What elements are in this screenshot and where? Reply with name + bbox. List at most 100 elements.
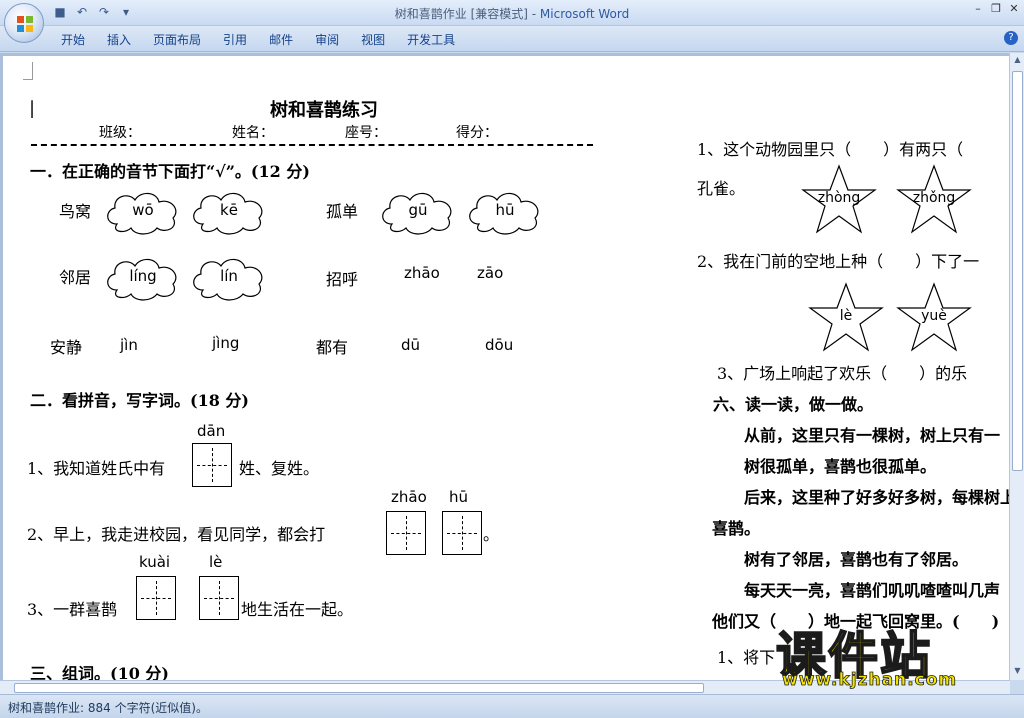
tab-home[interactable]: 开始 xyxy=(50,30,96,50)
dashed-divider xyxy=(31,144,593,146)
star-option[interactable]: zhòng xyxy=(801,164,877,234)
passage-line: 树很孤单，喜鹊也很孤单。 xyxy=(744,457,937,476)
text-cursor: | xyxy=(29,98,36,119)
status-bar: 树和喜鹊作业: 884 个字符(近似值)。 xyxy=(0,694,1024,718)
office-button[interactable] xyxy=(4,3,44,43)
close-icon[interactable]: ✕ xyxy=(1008,2,1020,16)
pinyin-option[interactable]: zāo xyxy=(477,264,503,282)
pinyin-option: kē xyxy=(220,201,238,219)
pinyin-option[interactable]: dū xyxy=(401,336,420,354)
pinyin-option: gū xyxy=(408,201,428,219)
pinyin-option: wō xyxy=(132,201,154,219)
pinyin-label: lè xyxy=(209,553,223,571)
s1-word: 安静 xyxy=(50,338,83,357)
pinyin-option[interactable]: jìn xyxy=(120,336,138,354)
star-pinyin: zhòng xyxy=(817,190,861,206)
tab-view[interactable]: 视图 xyxy=(350,30,396,50)
s1-word: 邻居 xyxy=(59,268,92,287)
pinyin-option: lín xyxy=(220,267,238,285)
star-option[interactable]: yuè xyxy=(896,282,972,352)
tab-review[interactable]: 审阅 xyxy=(304,30,350,50)
hscroll-thumb[interactable] xyxy=(14,683,704,693)
scroll-thumb[interactable] xyxy=(1012,71,1023,471)
right-q2: 2、我在门前的空地上种（ ）下了一 xyxy=(697,252,980,271)
s2-q1-after: 姓、复姓。 xyxy=(239,459,320,478)
cloud-option[interactable]: líng xyxy=(103,254,183,302)
watermark-url: www.kjzhan.com xyxy=(782,670,958,691)
s2-q2-text: 2、早上，我走进校园，看见同学，都会打 xyxy=(27,525,326,544)
cloud-option[interactable]: kē xyxy=(189,188,269,236)
scroll-down-icon[interactable]: ▼ xyxy=(1012,666,1023,678)
tianzi-box[interactable] xyxy=(442,511,482,555)
right-question: 1、将下 xyxy=(717,648,776,667)
passage-line: 每天天一亮，喜鹊们叽叽喳喳叫几声 xyxy=(744,581,1001,600)
pinyin-option: líng xyxy=(129,267,157,285)
pinyin-option[interactable]: dōu xyxy=(485,336,513,354)
restore-icon[interactable]: ❐ xyxy=(990,2,1002,16)
star-option[interactable]: zhǒng xyxy=(896,164,972,234)
office-logo-icon xyxy=(17,16,33,32)
label-class: 班级： xyxy=(99,125,141,141)
pinyin-label: kuài xyxy=(139,553,171,571)
star-pinyin: lè xyxy=(839,308,853,324)
s2-q1-text: 1、我知道姓氏中有 xyxy=(27,459,166,478)
s2-q2-after: 。 xyxy=(483,525,500,544)
window-title-doc: 树和喜鹊作业 [兼容模式] - xyxy=(394,7,540,21)
label-score: 得分： xyxy=(456,125,498,141)
document-workspace: | 树和喜鹊练习 班级： 姓名： 座号： 得分： 一．在正确的音节下面打“√”。… xyxy=(0,53,1024,680)
ribbon-tabs-bar: 开始 插入 页面布局 引用 邮件 审阅 视图 开发工具 ? xyxy=(0,26,1024,52)
site-watermark-logo: 课件站 www.kjzhan.com xyxy=(770,616,1010,692)
tianzi-box[interactable] xyxy=(136,576,176,620)
ribbon-tabs: 开始 插入 页面布局 引用 邮件 审阅 视图 开发工具 xyxy=(50,30,466,50)
document-page[interactable]: | 树和喜鹊练习 班级： 姓名： 座号： 得分： 一．在正确的音节下面打“√”。… xyxy=(3,56,1009,680)
s2-q3-text: 3、一群喜鹊 xyxy=(27,600,118,619)
s1-word: 招呼 xyxy=(326,270,359,289)
cloud-option[interactable]: gū xyxy=(378,188,458,236)
right-q1: 1、这个动物园里只（ ）有两只（ xyxy=(697,140,964,159)
scroll-up-icon[interactable]: ▲ xyxy=(1012,55,1023,67)
passage-line: 树有了邻居，喜鹊也有了邻居。 xyxy=(744,550,969,569)
tab-page-layout[interactable]: 页面布局 xyxy=(142,30,212,50)
label-name: 姓名： xyxy=(232,125,274,141)
pinyin-label: hū xyxy=(449,488,469,506)
tianzi-box[interactable] xyxy=(386,511,426,555)
pinyin-label: zhāo xyxy=(391,488,427,506)
title-bar: ■ ↶ ↷ ▾ 树和喜鹊作业 [兼容模式] - Microsoft Word –… xyxy=(0,0,1024,26)
window-title-app: Microsoft Word xyxy=(539,7,630,21)
star-pinyin: yuè xyxy=(921,308,947,324)
right-q1b: 孔雀。 xyxy=(697,179,746,198)
page-title: 树和喜鹊练习 xyxy=(270,100,378,121)
tianzi-box[interactable] xyxy=(192,443,232,487)
section1-heading: 一．在正确的音节下面打“√”。(12 分) xyxy=(30,162,310,181)
cloud-option[interactable]: wō xyxy=(103,188,183,236)
s1-word: 孤单 xyxy=(326,202,359,221)
pinyin-option: hū xyxy=(495,201,515,219)
passage-line: 从前，这里只有一棵树，树上只有一 xyxy=(744,426,1001,445)
star-pinyin: zhǒng xyxy=(912,190,956,206)
help-icon[interactable]: ? xyxy=(1004,31,1018,45)
vertical-scrollbar[interactable]: ▲ ▼ xyxy=(1009,53,1024,680)
star-option[interactable]: lè xyxy=(808,282,884,352)
tianzi-box[interactable] xyxy=(199,576,239,620)
window-controls: – ❐ ✕ xyxy=(972,2,1020,16)
window-title: 树和喜鹊作业 [兼容模式] - Microsoft Word xyxy=(0,5,1024,22)
status-word-count: 树和喜鹊作业: 884 个字符(近似值)。 xyxy=(8,701,208,715)
label-seat: 座号： xyxy=(345,125,387,141)
s2-q3-after: 地生活在一起。 xyxy=(241,600,354,619)
pinyin-label: dān xyxy=(197,422,226,440)
s1-word: 鸟窝 xyxy=(59,202,92,221)
passage-line: 后来，这里种了好多好多树，每棵树上 xyxy=(744,488,1009,507)
pinyin-option[interactable]: zhāo xyxy=(404,264,440,282)
passage-line: 喜鹊。 xyxy=(712,519,761,538)
cloud-option[interactable]: lín xyxy=(189,254,269,302)
s1-word: 都有 xyxy=(316,338,349,357)
margin-marker xyxy=(23,62,33,80)
section3-heading: 三、组词。(10 分) xyxy=(30,664,169,680)
pinyin-option[interactable]: jìng xyxy=(212,334,239,352)
cloud-option[interactable]: hū xyxy=(465,188,545,236)
tab-mailings[interactable]: 邮件 xyxy=(258,30,304,50)
minimize-icon[interactable]: – xyxy=(972,2,984,16)
tab-insert[interactable]: 插入 xyxy=(96,30,142,50)
tab-developer[interactable]: 开发工具 xyxy=(396,30,466,50)
tab-references[interactable]: 引用 xyxy=(212,30,258,50)
